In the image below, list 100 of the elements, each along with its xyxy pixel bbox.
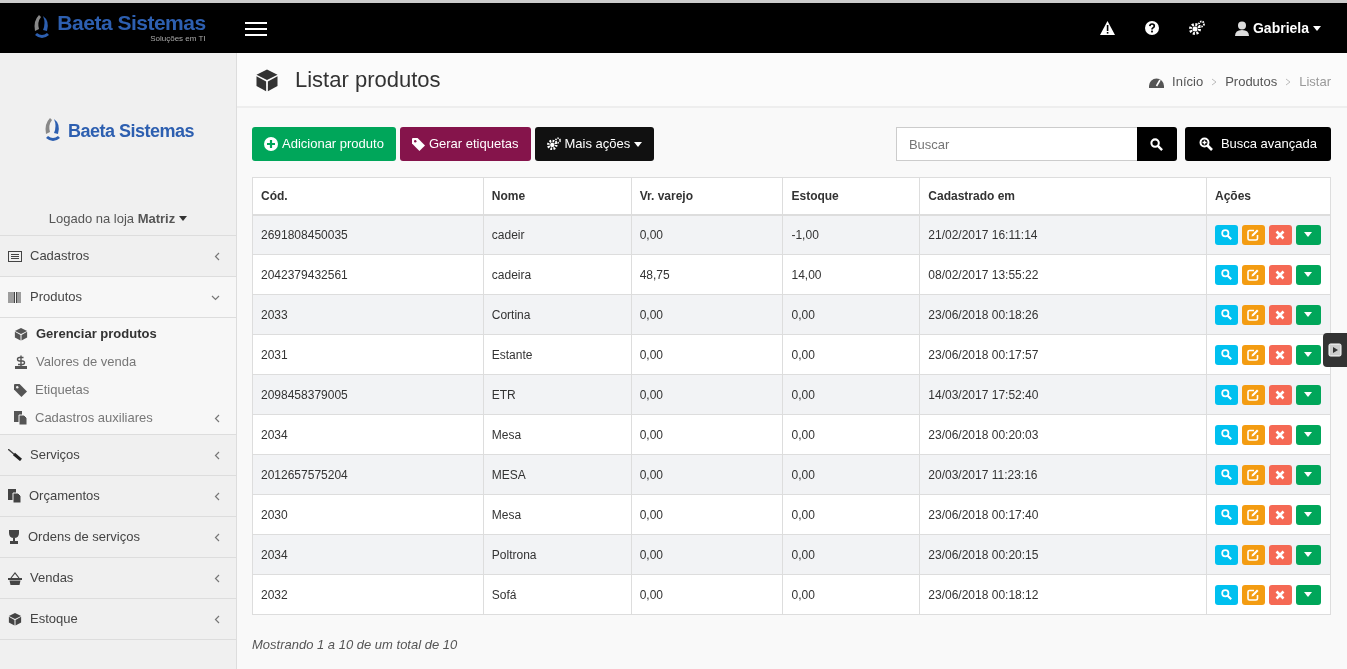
close-icon xyxy=(1275,429,1286,440)
submenu-item[interactable]: Valores de venda xyxy=(36,352,137,372)
view-button[interactable] xyxy=(1214,344,1238,365)
caret-icon xyxy=(1304,352,1313,357)
sidebar-item[interactable]: Produtos xyxy=(30,287,83,307)
plus-circle-icon xyxy=(264,137,278,151)
delete-button[interactable] xyxy=(1268,464,1292,485)
table-cell: 0,00 xyxy=(782,534,920,575)
table-cell: Estante xyxy=(483,334,632,375)
edit-button[interactable] xyxy=(1241,304,1265,325)
delete-button[interactable] xyxy=(1268,304,1292,325)
store-label[interactable]: Logado na loja Matriz xyxy=(48,208,176,229)
edit-button[interactable] xyxy=(1241,464,1265,485)
search-icon xyxy=(1220,429,1232,440)
close-icon xyxy=(1275,269,1286,280)
delete-button[interactable] xyxy=(1268,344,1292,365)
table-cell: 0,00 xyxy=(782,294,920,335)
delete-button[interactable] xyxy=(1268,384,1292,405)
edit-button[interactable] xyxy=(1241,224,1265,245)
view-button[interactable] xyxy=(1214,304,1238,325)
edit-button[interactable] xyxy=(1241,544,1265,565)
table-cell: 0,00 xyxy=(631,574,783,615)
user-icon xyxy=(1234,20,1249,36)
sidebar-item[interactable]: Orçamentos xyxy=(29,486,100,506)
dropdown-button[interactable] xyxy=(1295,304,1321,325)
dropdown-button[interactable] xyxy=(1295,504,1321,525)
table-cell: 23/06/2018 00:17:57 xyxy=(919,334,1207,375)
dropdown-button[interactable] xyxy=(1295,424,1321,445)
delete-button[interactable] xyxy=(1268,224,1292,245)
dropdown-button[interactable] xyxy=(1295,384,1321,405)
edit-button[interactable] xyxy=(1241,424,1265,445)
submenu-item[interactable]: Etiquetas xyxy=(35,380,90,400)
table-cell: cadeira xyxy=(483,254,632,295)
view-button[interactable] xyxy=(1214,504,1238,525)
sidebar-item[interactable]: Estoque xyxy=(30,609,78,629)
search-icon xyxy=(1220,509,1232,520)
view-button[interactable] xyxy=(1214,544,1238,565)
barcode-icon xyxy=(8,291,22,303)
caret-icon xyxy=(1304,552,1313,557)
sidebar-item[interactable]: Vendas xyxy=(30,568,74,588)
column-header: Estoque xyxy=(782,177,920,215)
money-icon xyxy=(14,355,28,369)
column-header: Cód. xyxy=(252,177,484,215)
delete-button[interactable] xyxy=(1268,584,1292,605)
caret-icon xyxy=(1304,472,1313,477)
dropdown-button[interactable] xyxy=(1295,584,1321,605)
table-cell: 2030 xyxy=(252,494,484,535)
table-cell: 2012657575204 xyxy=(252,454,484,495)
dropdown-button[interactable] xyxy=(1295,264,1321,285)
sidebar-item[interactable]: Cadastros xyxy=(30,246,90,266)
delete-button[interactable] xyxy=(1268,424,1292,445)
advanced-search-button[interactable]: Busca avançada xyxy=(1184,127,1331,161)
settings-icon[interactable] xyxy=(546,137,561,151)
table-cell: Mesa xyxy=(483,414,632,455)
brand-name: Baeta Sistemas xyxy=(67,121,195,140)
dropdown-button[interactable] xyxy=(1295,224,1321,245)
view-button[interactable] xyxy=(1214,264,1238,285)
search-button[interactable] xyxy=(1136,127,1177,161)
dropdown-button[interactable] xyxy=(1295,544,1321,565)
edit-button[interactable] xyxy=(1241,344,1265,365)
trophy-icon xyxy=(8,530,20,544)
view-button[interactable] xyxy=(1214,384,1238,405)
brand-name: Baeta Sistemas xyxy=(57,11,206,33)
delete-button[interactable] xyxy=(1268,544,1292,565)
view-button[interactable] xyxy=(1214,584,1238,605)
caret-icon xyxy=(1304,312,1313,317)
more-actions-button[interactable]: Mais ações xyxy=(534,127,655,161)
edit-button[interactable] xyxy=(1241,384,1265,405)
side-tab[interactable] xyxy=(1323,333,1347,367)
play-icon[interactable] xyxy=(1328,343,1342,357)
submenu-item[interactable]: Gerenciar produtos xyxy=(36,324,157,344)
submenu-item[interactable]: Cadastros auxiliares xyxy=(35,408,153,428)
edit-icon xyxy=(1247,428,1260,441)
menu-icon[interactable] xyxy=(245,20,267,37)
close-icon xyxy=(1275,309,1286,320)
edit-button[interactable] xyxy=(1241,504,1265,525)
dropdown-button[interactable] xyxy=(1295,464,1321,485)
breadcrumb-link[interactable]: Início xyxy=(1172,71,1204,92)
warning-icon[interactable] xyxy=(1099,21,1115,35)
table-cell: 48,75 xyxy=(631,254,783,295)
cube-icon xyxy=(255,67,279,92)
edit-button[interactable] xyxy=(1241,264,1265,285)
user-menu[interactable]: Gabriela xyxy=(1252,17,1309,39)
sidebar-item[interactable]: Ordens de serviços xyxy=(28,527,140,547)
breadcrumb-link[interactable]: Produtos xyxy=(1225,71,1278,92)
view-button[interactable] xyxy=(1214,424,1238,445)
view-button[interactable] xyxy=(1214,224,1238,245)
settings-icon[interactable] xyxy=(1188,20,1205,36)
close-icon xyxy=(1275,229,1286,240)
help-icon[interactable] xyxy=(1144,21,1159,35)
search-field[interactable]: Buscar xyxy=(895,127,1137,161)
delete-button[interactable] xyxy=(1268,264,1292,285)
edit-button[interactable] xyxy=(1241,584,1265,605)
table-cell: 0,00 xyxy=(782,454,920,495)
delete-button[interactable] xyxy=(1268,504,1292,525)
sidebar-item[interactable]: Serviços xyxy=(30,445,80,465)
edit-icon xyxy=(1247,348,1260,361)
labels-button[interactable]: Gerar etiquetas xyxy=(399,127,531,161)
edit-icon xyxy=(1247,228,1260,241)
view-button[interactable] xyxy=(1214,464,1238,485)
